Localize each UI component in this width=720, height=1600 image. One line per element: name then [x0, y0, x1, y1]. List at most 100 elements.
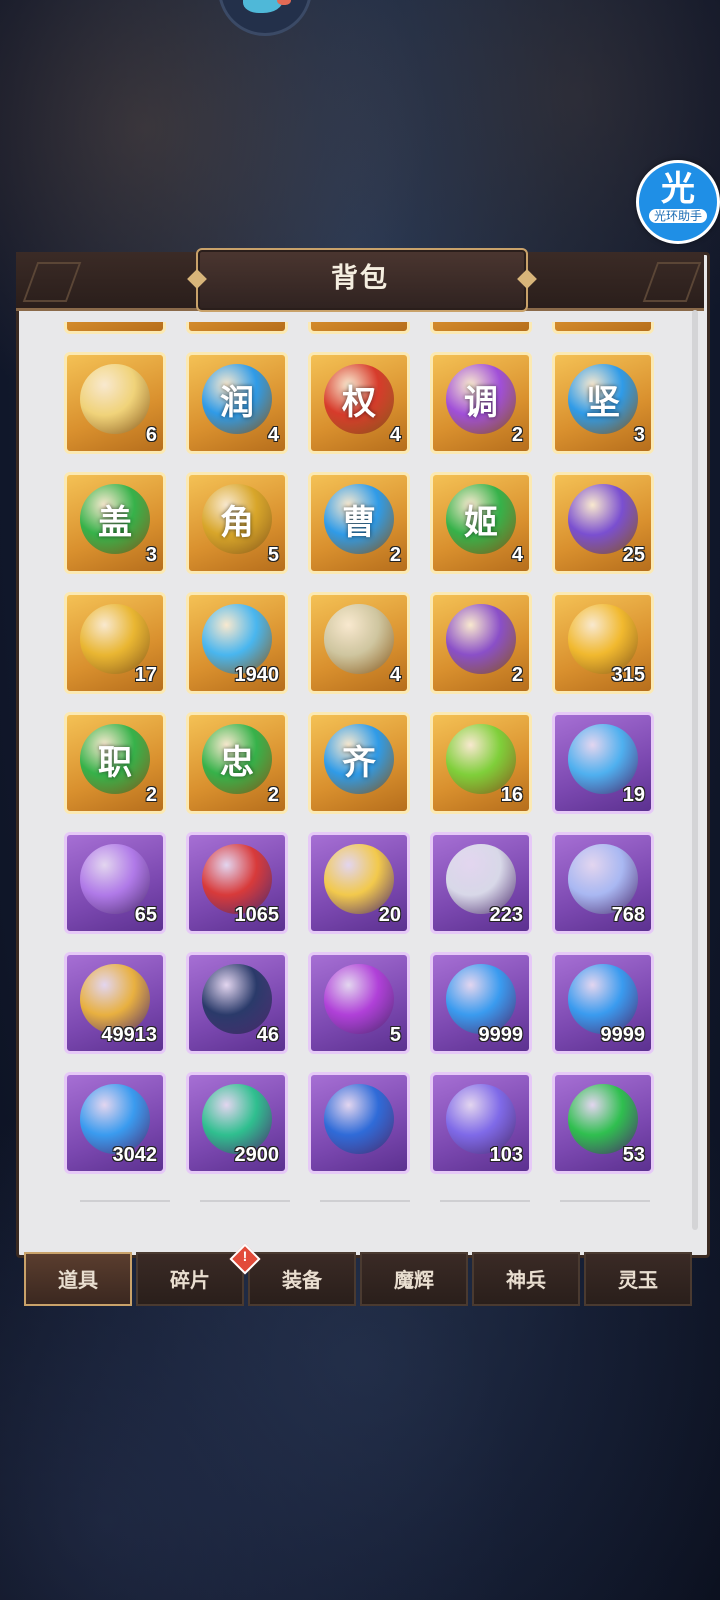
inventory-slot[interactable]: 65 — [64, 832, 166, 934]
tab-items[interactable]: 道具 — [24, 1252, 132, 1306]
item-quantity: 9999 — [478, 1024, 524, 1046]
item-quantity: 49913 — [101, 1024, 157, 1046]
row-divider — [560, 1200, 650, 1202]
inventory-slot[interactable]: 1940 — [186, 592, 288, 694]
item-quantity: 6 — [145, 424, 157, 446]
tab-equipment[interactable]: 装备 — [248, 1252, 356, 1306]
inventory-slot[interactable]: 6 — [64, 352, 166, 454]
inventory-slot[interactable]: 315 — [552, 592, 654, 694]
orb-zhi-icon: 职 — [80, 724, 150, 795]
inventory-slot[interactable]: 曹2 — [308, 472, 410, 574]
tab-fragments[interactable]: 碎片 — [136, 1252, 244, 1306]
guanghuan-helper-button[interactable]: 光 光环助手 — [636, 160, 720, 244]
item-quantity: 17 — [134, 664, 157, 686]
tab-divine-weapons[interactable]: 神兵 — [472, 1252, 580, 1306]
item-quantity: 9999 — [600, 1024, 646, 1046]
item-quantity: 19 — [622, 784, 645, 806]
inventory-slot[interactable]: 150 — [552, 322, 654, 334]
inventory-slot[interactable]: 忠2 — [186, 712, 288, 814]
inventory-slot[interactable]: 齐 — [308, 712, 410, 814]
row-divider — [80, 1200, 170, 1202]
inventory-slot[interactable] — [308, 1072, 410, 1174]
orb-zhong-icon: 忠 — [202, 724, 272, 795]
inventory-slot[interactable]: 3 — [430, 322, 532, 334]
helper-glyph: 光 — [661, 170, 695, 208]
inventory-slot[interactable]: 坚3 — [552, 352, 654, 454]
purple-beast-icon — [324, 964, 394, 1035]
orb-qi-icon: 齐 — [324, 724, 394, 795]
orb-run-icon: 润 — [202, 364, 272, 435]
orb-jian-icon: 坚 — [568, 364, 638, 435]
inventory-slot[interactable]: 角5 — [186, 472, 288, 574]
item-quantity: 4 — [267, 424, 279, 446]
bottom-tab-bar: 道具 碎片 装备 魔辉 神兵 灵玉 — [24, 1252, 696, 1306]
inventory-slot[interactable]: 20 — [308, 832, 410, 934]
book-fragment-icon — [324, 604, 394, 675]
item-quantity: 3 — [145, 544, 157, 566]
item-quantity: 25 — [622, 544, 645, 566]
inventory-slot[interactable]: 4 — [308, 592, 410, 694]
inventory-slot[interactable]: 9999 — [552, 952, 654, 1054]
inventory-slot[interactable]: 103 — [430, 1072, 532, 1174]
inventory-slot[interactable]: 49913 — [64, 952, 166, 1054]
inventory-slot[interactable]: 职2 — [64, 712, 166, 814]
item-quantity: 72 — [379, 322, 401, 327]
item-quantity: 2 — [389, 544, 401, 566]
panel-title: 背包 — [331, 263, 389, 293]
scrollbar[interactable] — [692, 310, 698, 1230]
inventory-slot[interactable]: 盖3 — [64, 472, 166, 574]
inventory-slot[interactable]: 5 — [186, 322, 288, 334]
tab-mohui[interactable]: 魔辉 — [360, 1252, 468, 1306]
item-quantity: 16 — [500, 784, 523, 806]
item-quantity: 3 — [633, 424, 645, 446]
scroll-icon — [80, 364, 150, 435]
item-quantity: 3 — [512, 322, 523, 327]
item-grid-viewport[interactable]: 2357231506润4权4调2坚3盖3角5曹2姬42517194042315职… — [30, 322, 690, 1212]
orb-quan-icon: 权 — [324, 364, 394, 435]
inventory-slot[interactable]: 53 — [552, 1072, 654, 1174]
item-quantity: 3042 — [112, 1144, 158, 1166]
row-divider — [320, 1200, 410, 1202]
inventory-slot[interactable]: 16 — [430, 712, 532, 814]
orb-ji-icon: 姬 — [446, 484, 516, 555]
inventory-slot[interactable]: 3042 — [64, 1072, 166, 1174]
item-quantity: 23 — [135, 322, 157, 327]
inventory-slot[interactable]: 46 — [186, 952, 288, 1054]
inventory-slot[interactable]: 25 — [552, 472, 654, 574]
inventory-slot[interactable]: 72 — [308, 322, 410, 334]
inventory-slot[interactable]: 2900 — [186, 1072, 288, 1174]
orb-gai-icon: 盖 — [80, 484, 150, 555]
inventory-slot[interactable]: 17 — [64, 592, 166, 694]
inventory-slot[interactable]: 调2 — [430, 352, 532, 454]
item-quantity: 768 — [611, 904, 645, 926]
item-quantity: 2 — [267, 784, 279, 806]
inventory-slot[interactable]: 2 — [430, 592, 532, 694]
inventory-slot[interactable]: 1065 — [186, 832, 288, 934]
item-quantity: 1940 — [234, 664, 280, 686]
inventory-slot[interactable]: 768 — [552, 832, 654, 934]
inventory-slot[interactable]: 润4 — [186, 352, 288, 454]
item-quantity: 5 — [268, 322, 279, 327]
inventory-slot[interactable]: 223 — [430, 832, 532, 934]
item-quantity: 20 — [378, 904, 401, 926]
timer-bar-icon — [324, 1084, 394, 1155]
tab-spirit-jade[interactable]: 灵玉 — [584, 1252, 692, 1306]
inventory-slot[interactable]: 23 — [64, 322, 166, 334]
inventory-slot[interactable]: 19 — [552, 712, 654, 814]
inventory-slot[interactable]: 姬4 — [430, 472, 532, 574]
item-quantity: 46 — [256, 1024, 279, 1046]
item-quantity: 4 — [511, 544, 523, 566]
inventory-slot[interactable]: 9999 — [430, 952, 532, 1054]
item-grid: 2357231506润4权4调2坚3盖3角5曹2姬42517194042315职… — [64, 322, 664, 1174]
helper-label: 光环助手 — [649, 209, 707, 223]
inventory-slot[interactable]: 权4 — [308, 352, 410, 454]
item-quantity: 5 — [389, 1024, 401, 1046]
item-quantity: 2 — [145, 784, 157, 806]
inventory-slot[interactable]: 5 — [308, 952, 410, 1054]
row-divider — [200, 1200, 290, 1202]
item-quantity: 65 — [134, 904, 157, 926]
item-quantity: 103 — [489, 1144, 523, 1166]
orb-tiao-icon: 调 — [446, 364, 516, 435]
fin-icon — [277, 0, 291, 5]
item-quantity: 53 — [622, 1144, 645, 1166]
